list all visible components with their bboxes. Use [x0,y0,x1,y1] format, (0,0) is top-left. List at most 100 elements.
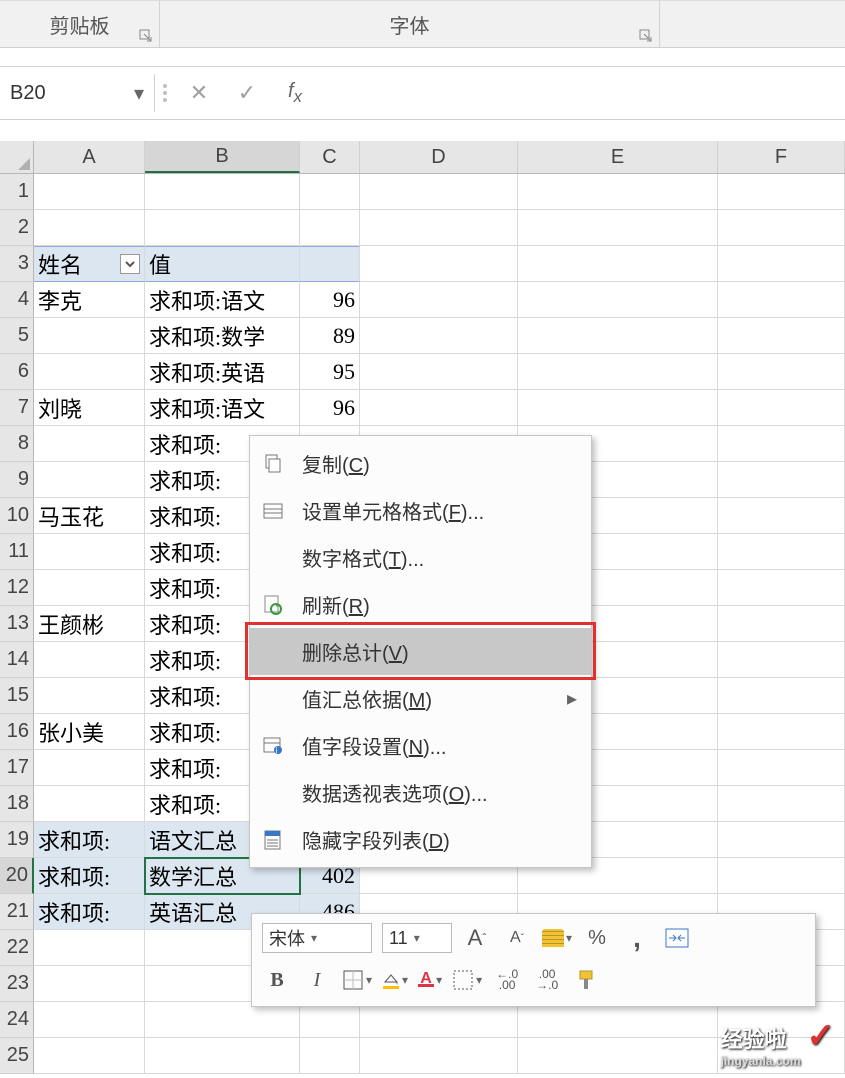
comma-button[interactable]: , [622,923,652,953]
cell-A7[interactable]: 刘晓 [34,390,145,426]
cell-F10[interactable] [718,498,845,534]
cell-D4[interactable] [360,282,518,318]
cell-C7[interactable]: 96 [300,390,360,426]
cell-C24[interactable] [300,1002,360,1038]
cell-A8[interactable] [34,426,145,462]
cancel-formula-button[interactable]: ✕ [175,74,223,112]
cell-F1[interactable] [718,174,845,210]
cell-A23[interactable] [34,966,145,1002]
menu-refresh[interactable]: 刷新(R) [250,581,591,628]
cell-A14[interactable] [34,642,145,678]
cell-A19[interactable]: 求和项: [34,822,145,858]
cell-F16[interactable] [718,714,845,750]
cell-F6[interactable] [718,354,845,390]
cell-F13[interactable] [718,606,845,642]
cell-C2[interactable] [300,210,360,246]
formula-input[interactable] [319,74,845,112]
font-color-button[interactable]: A▾ [418,973,442,987]
cell-D1[interactable] [360,174,518,210]
cell-F2[interactable] [718,210,845,246]
cell-C5[interactable]: 89 [300,318,360,354]
row-header[interactable]: 7 [0,390,34,426]
dialog-launcher-icon[interactable] [139,29,153,43]
row-header[interactable]: 9 [0,462,34,498]
bold-button[interactable]: B [262,965,292,995]
fill-color-button[interactable]: ▾ [382,972,408,989]
cell-F8[interactable] [718,426,845,462]
col-header-D[interactable]: D [360,141,518,173]
cell-C25[interactable] [300,1038,360,1074]
cell-A2[interactable] [34,210,145,246]
accounting-format-button[interactable]: ▾ [542,929,572,947]
cell-A6[interactable] [34,354,145,390]
border-style-button[interactable]: ▾ [452,969,482,991]
borders-button[interactable]: ▾ [342,969,372,991]
merge-center-button[interactable] [662,923,692,953]
cell-A16[interactable]: 张小美 [34,714,145,750]
cell-A11[interactable] [34,534,145,570]
font-size-combo[interactable]: 11▾ [382,923,452,953]
cell-D25[interactable] [360,1038,518,1074]
menu-copy[interactable]: 复制(C) [250,440,591,487]
format-painter-button[interactable] [572,965,602,995]
cell-A13[interactable]: 王颜彬 [34,606,145,642]
cell-A1[interactable] [34,174,145,210]
row-header[interactable]: 23 [0,966,34,1002]
row-header[interactable]: 11 [0,534,34,570]
row-header[interactable]: 4 [0,282,34,318]
row-header[interactable]: 24 [0,1002,34,1038]
cell-E3[interactable] [518,246,718,282]
cell-B5[interactable]: 求和项:数学 [145,318,300,354]
cell-E25[interactable] [518,1038,718,1074]
dropdown-icon[interactable]: ▾ [134,81,144,106]
row-header[interactable]: 3 [0,246,34,282]
col-header-C[interactable]: C [300,141,360,173]
cell-A22[interactable] [34,930,145,966]
cell-B6[interactable]: 求和项:英语 [145,354,300,390]
cell-E2[interactable] [518,210,718,246]
cell-A20[interactable]: 求和项: [34,858,145,894]
cell-F19[interactable] [718,822,845,858]
increase-decimal-button[interactable]: ←.0.00 [492,965,522,995]
expand-handle-icon[interactable] [155,84,175,102]
percent-button[interactable]: % [582,923,612,953]
cell-A25[interactable] [34,1038,145,1074]
cell-C4[interactable]: 96 [300,282,360,318]
cell-F7[interactable] [718,390,845,426]
cell-D3[interactable] [360,246,518,282]
cell-F15[interactable] [718,678,845,714]
row-header[interactable]: 25 [0,1038,34,1074]
cell-A17[interactable] [34,750,145,786]
row-header[interactable]: 21 [0,894,34,930]
cell-F5[interactable] [718,318,845,354]
cell-F17[interactable] [718,750,845,786]
cell-B1[interactable] [145,174,300,210]
cell-A21[interactable]: 求和项: [34,894,145,930]
row-header[interactable]: 16 [0,714,34,750]
cell-E5[interactable] [518,318,718,354]
cell-E24[interactable] [518,1002,718,1038]
cell-B7[interactable]: 求和项:语文 [145,390,300,426]
cell-D5[interactable] [360,318,518,354]
cell-A5[interactable] [34,318,145,354]
cell-F3[interactable] [718,246,845,282]
italic-button[interactable]: I [302,965,332,995]
row-header[interactable]: 6 [0,354,34,390]
decrease-decimal-button[interactable]: .00→.0 [532,965,562,995]
menu-pt-options[interactable]: 数据透视表选项(O)... [250,769,591,816]
row-header[interactable]: 15 [0,678,34,714]
row-header[interactable]: 22 [0,930,34,966]
cell-F14[interactable] [718,642,845,678]
row-header[interactable]: 14 [0,642,34,678]
name-box[interactable]: B20 ▾ [0,74,155,112]
row-header[interactable]: 19 [0,822,34,858]
cell-A15[interactable] [34,678,145,714]
cell-F11[interactable] [718,534,845,570]
cell-D7[interactable] [360,390,518,426]
row-header[interactable]: 5 [0,318,34,354]
cell-E6[interactable] [518,354,718,390]
cell-A10[interactable]: 马玉花 [34,498,145,534]
row-header[interactable]: 1 [0,174,34,210]
cell-A4[interactable]: 李克 [34,282,145,318]
filter-dropdown-icon[interactable] [120,254,140,274]
